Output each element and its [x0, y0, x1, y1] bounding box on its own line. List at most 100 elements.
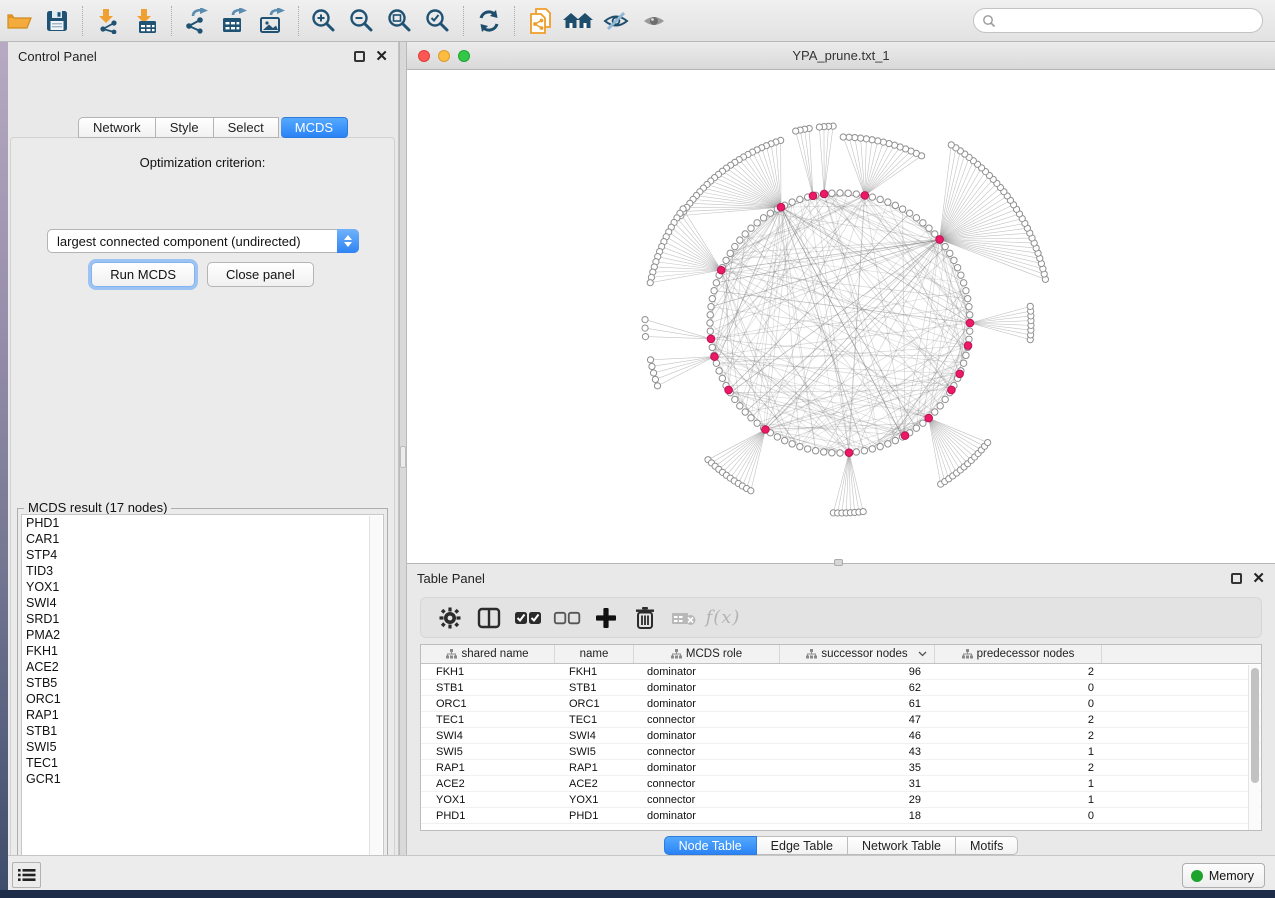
export-image-icon[interactable]: [256, 5, 290, 37]
export-table-icon[interactable]: [218, 5, 252, 37]
add-icon[interactable]: [591, 603, 621, 633]
table-row[interactable]: PHD1 PHD1 dominator 18 0: [421, 808, 1261, 824]
task-history-button[interactable]: [12, 862, 41, 888]
search-box[interactable]: [973, 8, 1263, 33]
toolbar-separator: [82, 6, 83, 36]
network-canvas[interactable]: [407, 70, 1275, 563]
mcds-result-item[interactable]: TID3: [22, 563, 383, 579]
zoom-selected-icon[interactable]: [421, 5, 455, 37]
gear-icon[interactable]: [435, 603, 465, 633]
deselect-all-icon[interactable]: [552, 603, 582, 633]
table-row[interactable]: SWI4 SWI4 dominator 46 2: [421, 728, 1261, 744]
node-table-header: shared name name MCDS role successor nod…: [421, 645, 1261, 664]
mcds-result-item[interactable]: STP4: [22, 547, 383, 563]
column-header-shared-name[interactable]: shared name: [421, 645, 555, 663]
home-icon[interactable]: [561, 5, 595, 37]
table-row[interactable]: RAP1 RAP1 dominator 35 2: [421, 760, 1261, 776]
open-folder-icon[interactable]: [2, 5, 36, 37]
network-view-window: YPA_prune.txt_1: [407, 42, 1275, 563]
control-panel: Control Panel ✕ Optimization criterion: …: [8, 42, 399, 855]
table-toolbar: f(x): [420, 597, 1262, 638]
mcds-result-item[interactable]: YOX1: [22, 579, 383, 595]
mcds-result-item[interactable]: RAP1: [22, 707, 383, 723]
show-eye-icon[interactable]: [637, 5, 671, 37]
mcds-result-item[interactable]: GCR1: [22, 771, 383, 787]
zoom-in-icon[interactable]: [307, 5, 341, 37]
optimization-criterion-dropdown[interactable]: largest connected component (undirected): [47, 229, 359, 253]
refresh-icon[interactable]: [472, 5, 506, 37]
share-document-icon[interactable]: [523, 5, 557, 37]
mcds-result-item[interactable]: SWI5: [22, 739, 383, 755]
tab-select[interactable]: Select: [214, 117, 279, 138]
table-row[interactable]: ACE2 ACE2 connector 31 1: [421, 776, 1261, 792]
tab-network[interactable]: Network: [78, 117, 156, 138]
mcds-result-item[interactable]: STB1: [22, 723, 383, 739]
column-header-successor-nodes[interactable]: successor nodes: [780, 645, 935, 663]
delete-icon[interactable]: [630, 603, 660, 633]
sort-chevron-icon[interactable]: [918, 651, 927, 657]
column-header-filler: [1102, 645, 1261, 663]
vertical-splitter[interactable]: [399, 42, 407, 855]
import-table-icon[interactable]: [129, 5, 163, 37]
column-header-predecessor-nodes[interactable]: predecessor nodes: [935, 645, 1102, 663]
table-row[interactable]: STB1 STB1 dominator 62 0: [421, 680, 1261, 696]
memory-button[interactable]: Memory: [1182, 863, 1265, 888]
tab-motifs[interactable]: Motifs: [956, 836, 1018, 855]
split-columns-icon[interactable]: [474, 603, 504, 633]
table-row[interactable]: YOX1 YOX1 connector 29 1: [421, 792, 1261, 808]
table-scrollbar[interactable]: [1248, 665, 1260, 830]
mcds-result-item[interactable]: ACE2: [22, 659, 383, 675]
main-toolbar: [0, 0, 1275, 42]
namespace-icon: [962, 649, 973, 659]
table-row[interactable]: TEC1 TEC1 connector 47 2: [421, 712, 1261, 728]
toolbar-separator: [514, 6, 515, 36]
mcds-result-list[interactable]: PHD1CAR1STP4TID3YOX1SWI4SRD1PMA2FKH1ACE2…: [21, 514, 384, 876]
export-network-icon[interactable]: [180, 5, 214, 37]
mcds-tab-content: Optimization criterion: largest connecte…: [10, 137, 395, 889]
table-row[interactable]: FKH1 FKH1 dominator 96 2: [421, 664, 1261, 680]
status-bar: Memory: [8, 855, 1275, 890]
search-input[interactable]: [1001, 14, 1262, 28]
tab-style[interactable]: Style: [156, 117, 214, 138]
mcds-result-item[interactable]: PHD1: [22, 515, 383, 531]
mcds-result-item[interactable]: PMA2: [22, 627, 383, 643]
hide-eye-icon[interactable]: [599, 5, 633, 37]
mcds-result-item[interactable]: TEC1: [22, 755, 383, 771]
tab-mcds[interactable]: MCDS: [281, 117, 348, 138]
mcds-result-item[interactable]: SRD1: [22, 611, 383, 627]
column-header-mcds-role[interactable]: MCDS role: [634, 645, 780, 663]
mcds-list-scrollbar[interactable]: [369, 516, 382, 876]
control-panel-tabs: Network Style Select MCDS: [78, 117, 348, 138]
save-icon[interactable]: [40, 5, 74, 37]
mcds-result-item[interactable]: FKH1: [22, 643, 383, 659]
table-scrollbar-thumb[interactable]: [1251, 668, 1259, 783]
desktop-wallpaper-bottom: [0, 890, 1275, 898]
optimization-criterion-label: Optimization criterion:: [11, 155, 394, 170]
table-row[interactable]: ORC1 ORC1 dominator 61 0: [421, 696, 1261, 712]
mcds-result-groupbox: MCDS result (17 nodes) PHD1CAR1STP4TID3Y…: [17, 508, 388, 880]
close-panel-button[interactable]: Close panel: [207, 262, 314, 287]
close-table-panel-icon[interactable]: ✕: [1252, 573, 1265, 584]
close-panel-icon[interactable]: ✕: [375, 51, 388, 62]
toolbar-separator: [171, 6, 172, 36]
zoom-fit-icon[interactable]: [383, 5, 417, 37]
splitter-handle[interactable]: [400, 446, 406, 468]
float-table-panel-icon[interactable]: [1231, 573, 1242, 584]
table-row[interactable]: SWI5 SWI5 connector 43 1: [421, 744, 1261, 760]
mcds-result-item[interactable]: CAR1: [22, 531, 383, 547]
float-panel-icon[interactable]: [354, 51, 365, 62]
run-mcds-button[interactable]: Run MCDS: [91, 262, 195, 287]
tab-network-table[interactable]: Network Table: [848, 836, 956, 855]
select-all-icon[interactable]: [513, 603, 543, 633]
mcds-result-item[interactable]: ORC1: [22, 691, 383, 707]
import-network-icon[interactable]: [91, 5, 125, 37]
table-panel-tabs: Node Table Edge Table Network Table Moti…: [407, 836, 1275, 855]
network-window-titlebar[interactable]: YPA_prune.txt_1: [407, 42, 1275, 70]
tab-edge-table[interactable]: Edge Table: [757, 836, 848, 855]
memory-status-icon: [1191, 870, 1203, 882]
tab-node-table[interactable]: Node Table: [664, 836, 757, 855]
mcds-result-item[interactable]: STB5: [22, 675, 383, 691]
column-header-name[interactable]: name: [555, 645, 634, 663]
mcds-result-item[interactable]: SWI4: [22, 595, 383, 611]
zoom-out-icon[interactable]: [345, 5, 379, 37]
